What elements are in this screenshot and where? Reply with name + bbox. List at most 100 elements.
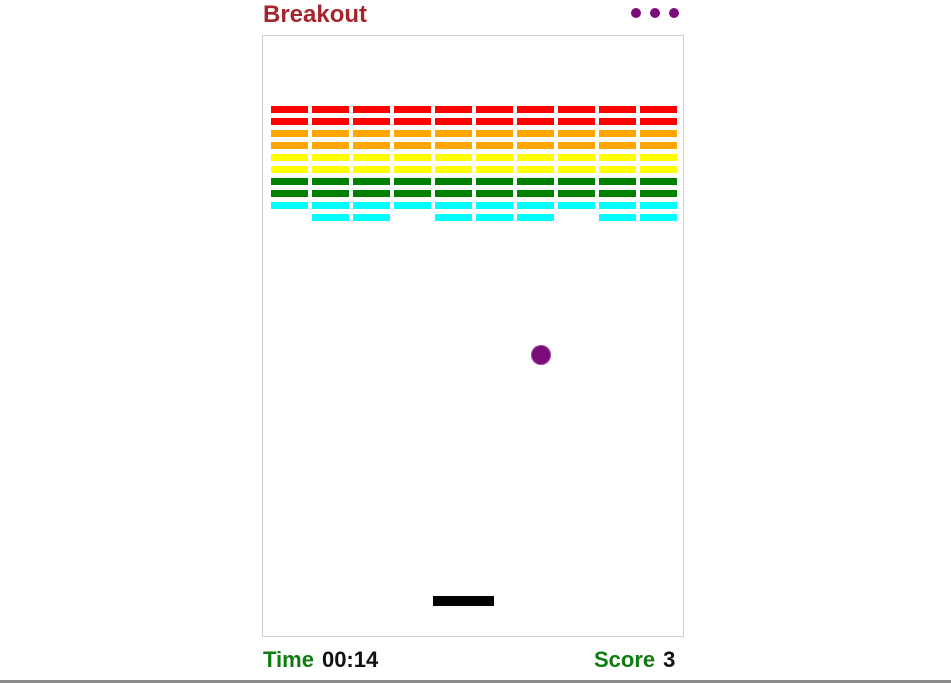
brick [435,166,472,173]
brick [394,178,431,185]
brick [435,118,472,125]
brick [312,214,349,221]
brick [640,130,677,137]
brick [476,154,513,161]
brick [558,106,595,113]
brick [517,106,554,113]
brick [517,154,554,161]
brick [517,190,554,197]
brick [476,142,513,149]
brick [640,154,677,161]
brick [640,118,677,125]
brick [353,214,390,221]
brick [558,178,595,185]
brick [271,130,308,137]
brick [599,190,636,197]
brick [435,214,472,221]
brick [599,178,636,185]
brick [312,202,349,209]
brick [558,190,595,197]
brick [312,190,349,197]
brick [599,202,636,209]
brick [394,106,431,113]
brick [476,118,513,125]
brick [558,166,595,173]
brick [353,202,390,209]
brick [558,154,595,161]
brick [271,202,308,209]
brick [476,190,513,197]
brick [558,202,595,209]
brick [517,130,554,137]
brick [394,202,431,209]
brick [599,166,636,173]
brick [640,202,677,209]
brick [435,178,472,185]
more-dots-icon [650,8,660,18]
brick [394,166,431,173]
brick [517,142,554,149]
brick [394,190,431,197]
time-label: Time [263,647,314,672]
brick [476,178,513,185]
brick [271,166,308,173]
brick [394,118,431,125]
brick [476,106,513,113]
brick [517,166,554,173]
brick [312,178,349,185]
more-options-button[interactable] [631,8,679,18]
brick [599,106,636,113]
brick [271,106,308,113]
brick [312,142,349,149]
brick [394,154,431,161]
brick [435,142,472,149]
brick [353,178,390,185]
more-dots-icon [631,8,641,18]
brick [271,178,308,185]
brick [312,166,349,173]
brick [312,154,349,161]
brick [640,142,677,149]
brick [640,190,677,197]
brick [476,202,513,209]
time-display: Time 00:14 [263,647,378,673]
brick [353,154,390,161]
brick [476,166,513,173]
brick [640,106,677,113]
brick [599,214,636,221]
score-value: 3 [663,647,676,672]
brick [435,202,472,209]
brick [271,118,308,125]
brick [640,166,677,173]
brick [435,190,472,197]
time-value: 00:14 [321,647,379,672]
brick [353,106,390,113]
more-dots-icon [669,8,679,18]
game-board[interactable] [262,35,684,637]
brick [353,142,390,149]
brick [435,154,472,161]
ball [531,345,551,365]
paddle[interactable] [433,596,494,606]
app-title: Breakout [263,1,368,28]
brick [271,154,308,161]
brick [599,118,636,125]
brick [312,118,349,125]
brick [435,106,472,113]
brick [558,130,595,137]
score-label: Score [594,647,656,672]
brick [517,178,554,185]
brick [517,202,554,209]
brick [353,118,390,125]
brick [394,142,431,149]
brick [599,142,636,149]
brick [271,142,308,149]
brick [435,130,472,137]
brick [312,106,349,113]
brick [312,130,349,137]
score-display: Score 3 [594,647,675,673]
brick [640,214,677,221]
brick [476,130,513,137]
brick [353,190,390,197]
brick [517,214,554,221]
